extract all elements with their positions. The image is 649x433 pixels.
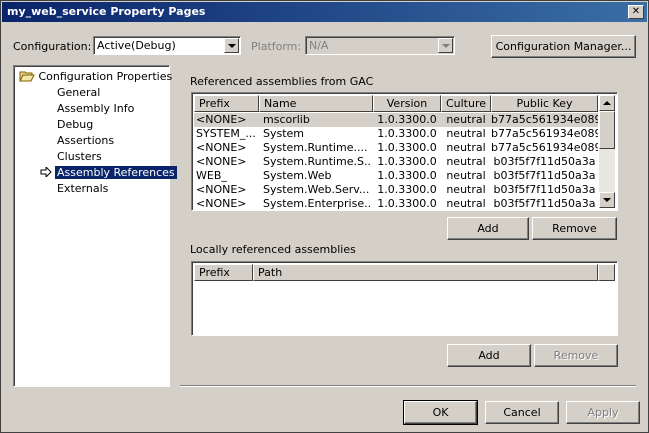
tree-item-externals[interactable]: Externals	[57, 182, 108, 195]
column-header-filler	[598, 264, 615, 281]
category-tree[interactable]: Configuration Properties General Assembl…	[13, 65, 177, 387]
configuration-select[interactable]: Active(Debug)	[93, 36, 241, 55]
tree-item-debug[interactable]: Debug	[57, 118, 93, 131]
prefix-cell: <NONE>	[196, 141, 247, 154]
column-header-culture[interactable]: Culture	[441, 95, 491, 112]
property-pages-window: my_web_service Property Pages ✕ Configur…	[0, 0, 649, 433]
tree-item-label: Assembly Info	[57, 102, 135, 115]
culture-cell: neutral	[446, 155, 486, 168]
version-cell: 1.0.3300.0	[377, 183, 437, 196]
title-bar: my_web_service Property Pages ✕	[2, 2, 647, 22]
tree-item-assembly-references[interactable]: Assembly References	[40, 165, 177, 179]
column-header-prefix[interactable]: Prefix	[194, 264, 253, 281]
culture-cell: neutral	[446, 169, 486, 182]
prefix-cell: <NONE>	[196, 155, 247, 168]
column-header-path[interactable]: Path	[253, 264, 598, 281]
name-cell: mscorlib	[263, 113, 310, 126]
gac-remove-button[interactable]: Remove	[532, 217, 617, 240]
name-cell: System.Runtime.S...	[263, 155, 372, 168]
tree-item-label: Assembly References	[55, 166, 177, 179]
gac-label: Referenced assemblies from GAC	[190, 75, 374, 88]
public-key-cell: b03f5f7f11d50a3a	[493, 183, 596, 196]
platform-label: Platform:	[251, 40, 302, 53]
prefix-cell: <NONE>	[196, 113, 247, 126]
column-header-public-key[interactable]: Public Key	[491, 95, 598, 112]
local-label: Locally referenced assemblies	[190, 243, 356, 256]
gac-list[interactable]: Prefix Name Version Culture Public Key <…	[191, 92, 618, 211]
version-cell: 1.0.3300.0	[377, 127, 437, 140]
chevron-down-icon	[224, 38, 239, 53]
prefix-cell: WEB_	[196, 169, 227, 182]
local-list[interactable]: Prefix Path	[191, 261, 618, 336]
tree-item-clusters[interactable]: Clusters	[57, 150, 102, 163]
version-cell: 1.0.3300.0	[377, 169, 437, 182]
platform-value: N/A	[309, 39, 329, 52]
tree-item-label: Clusters	[57, 150, 102, 163]
column-header-version[interactable]: Version	[373, 95, 441, 112]
configuration-manager-button[interactable]: Configuration Manager...	[491, 35, 636, 58]
public-key-cell: b03f5f7f11d50a3a	[493, 197, 596, 210]
column-header-prefix[interactable]: Prefix	[194, 95, 259, 112]
tree-root-label: Configuration Properties	[38, 70, 173, 83]
name-cell: System	[263, 127, 305, 140]
separator	[180, 385, 636, 387]
column-header-name[interactable]: Name	[259, 95, 373, 112]
cancel-button[interactable]: Cancel	[485, 401, 559, 424]
window-title: my_web_service Property Pages	[7, 5, 206, 18]
tree-item-label: Assertions	[57, 134, 115, 147]
close-icon: ✕	[631, 6, 641, 17]
scroll-up-button[interactable]	[599, 95, 615, 111]
version-cell: 1.0.3300.0	[377, 155, 437, 168]
configuration-label: Configuration:	[13, 40, 92, 53]
chevron-down-icon	[603, 198, 611, 202]
tree-item-label: Externals	[57, 182, 109, 195]
tree-item-label: General	[57, 86, 101, 99]
open-folder-icon	[19, 71, 35, 82]
culture-cell: neutral	[446, 127, 486, 140]
version-cell: 1.0.3300.0	[377, 113, 437, 126]
public-key-cell: b03f5f7f11d50a3a	[493, 169, 596, 182]
gac-scrollbar[interactable]	[599, 95, 615, 208]
tree-item-label: Debug	[57, 118, 94, 131]
name-cell: System.Enterprise...	[263, 197, 372, 210]
scroll-down-button[interactable]	[599, 192, 615, 208]
pointer-arrow-icon	[40, 165, 52, 179]
platform-select[interactable]: N/A	[305, 36, 455, 55]
version-cell: 1.0.3300.0	[377, 197, 437, 210]
prefix-cell: SYSTEM_...	[196, 127, 256, 140]
tree-root[interactable]: Configuration Properties	[19, 70, 172, 83]
culture-cell: neutral	[446, 141, 486, 154]
name-cell: System.Web	[263, 169, 332, 182]
public-key-cell: b77a5c561934e089	[491, 113, 598, 126]
local-remove-button[interactable]: Remove	[534, 344, 618, 367]
ok-button[interactable]: OK	[403, 400, 478, 425]
public-key-cell: b77a5c561934e089	[491, 141, 598, 154]
version-cell: 1.0.3300.0	[377, 141, 437, 154]
configuration-value: Active(Debug)	[97, 39, 176, 52]
tree-item-general[interactable]: General	[57, 86, 100, 99]
culture-cell: neutral	[446, 183, 486, 196]
name-cell: System.Web.Serv...	[263, 183, 370, 196]
culture-cell: neutral	[446, 197, 486, 210]
name-cell: System.Runtime....	[263, 141, 368, 154]
chevron-up-icon	[603, 101, 611, 105]
public-key-cell: b03f5f7f11d50a3a	[493, 155, 596, 168]
tree-item-assertions[interactable]: Assertions	[57, 134, 114, 147]
prefix-cell: <NONE>	[196, 183, 247, 196]
close-button[interactable]: ✕	[628, 5, 644, 19]
tree-item-assembly-info[interactable]: Assembly Info	[57, 102, 134, 115]
apply-button[interactable]: Apply	[566, 401, 640, 424]
prefix-cell: <NONE>	[196, 197, 247, 210]
local-add-button[interactable]: Add	[447, 344, 531, 367]
gac-add-button[interactable]: Add	[447, 217, 529, 240]
culture-cell: neutral	[446, 113, 486, 126]
public-key-cell: b77a5c561934e089	[491, 127, 598, 140]
scroll-thumb[interactable]	[599, 111, 615, 149]
chevron-down-icon	[438, 38, 453, 53]
